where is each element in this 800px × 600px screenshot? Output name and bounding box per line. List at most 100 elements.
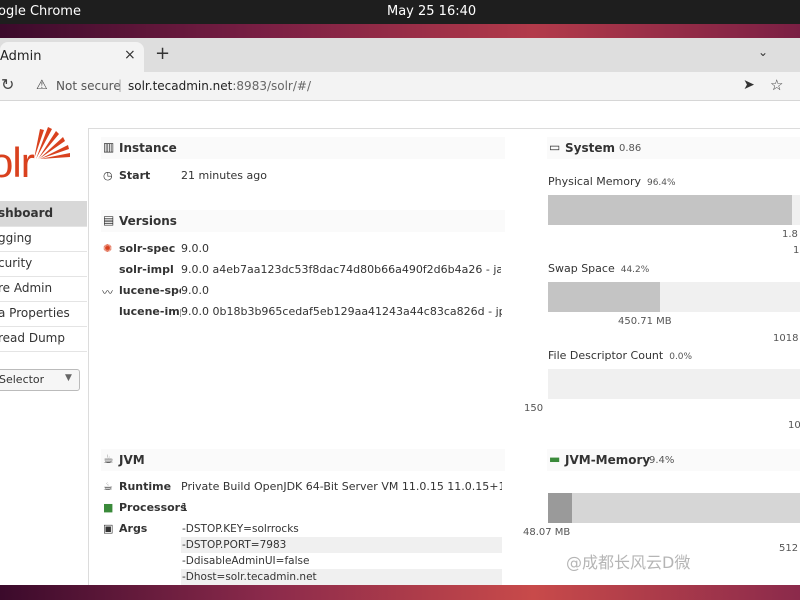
physical-memory-fill [548, 195, 792, 225]
swap-space-fill [548, 282, 660, 312]
jvm-memory-used: 48.07 MB [523, 527, 571, 538]
sidebar-item-logging[interactable]: gging [0, 226, 87, 252]
sidebar-item-thread-dump[interactable]: read Dump [0, 326, 87, 352]
warning-triangle-icon[interactable]: ⚠ [36, 78, 48, 93]
dashboard-content: ▥ Instance ◷ Start 21 minutes ago ▤ Vers… [88, 128, 800, 586]
sidebar-item-label: read Dump [0, 331, 65, 345]
coffee-cup-icon: ☕ [103, 452, 114, 466]
solr-logo[interactable]: olr [0, 139, 35, 187]
solr-small-icon: ✺ [103, 242, 113, 255]
tab-title: Admin [0, 49, 42, 64]
sidebar-item-label: gging [0, 231, 32, 245]
sidebar-item-core-admin[interactable]: re Admin [0, 276, 87, 302]
sidebar-item-label: a Properties [0, 306, 70, 320]
args-icon: ▣ [103, 522, 114, 535]
address-separator: | [118, 78, 123, 92]
security-status[interactable]: Not secure [56, 79, 121, 93]
send-to-devices-icon[interactable]: ➤ [743, 77, 755, 93]
system-title: System [565, 141, 615, 155]
active-app-name[interactable]: ogle Chrome [0, 4, 81, 19]
solr-admin-page: olr shboard gging curity re Admin a Prop… [0, 101, 800, 586]
tab-search-icon[interactable]: ⌄ [758, 45, 768, 59]
physical-memory-value: 1.8 [782, 229, 798, 240]
jvm-memory-bar [548, 493, 800, 523]
close-tab-icon[interactable]: × [124, 47, 136, 63]
jvm-arg: -Dhost=solr.tecadmin.net [181, 569, 502, 585]
system-clock[interactable]: May 25 16:40 [387, 4, 476, 19]
jvm-memory-section-header: ▬ JVM-Memory 9.4% [547, 449, 800, 471]
start-value: 21 minutes ago [181, 169, 267, 182]
chevron-down-icon: ▼ [65, 373, 72, 383]
jvm-section-header: ☕ JVM [101, 449, 505, 471]
memory-chip-icon: ▬ [549, 452, 561, 466]
system-load: 0.86 [619, 143, 642, 154]
url-host: solr.tecadmin.net [128, 79, 233, 93]
swap-space-used: 450.71 MB [618, 316, 672, 327]
runtime-icon: ☕ [103, 480, 113, 493]
system-section-header: ▭ System 0.86 [547, 137, 800, 159]
version-value: 9.0.0 [181, 284, 209, 297]
version-label: solr-impl [119, 263, 174, 276]
versions-section-header: ▤ Versions [101, 210, 505, 232]
sidebar-item-label: shboard [0, 206, 54, 220]
version-label: solr-spec [119, 242, 176, 255]
physical-memory-bar [548, 195, 800, 225]
jvm-arg: -DSTOP.KEY=solrrocks [182, 523, 299, 535]
versions-icon: ▤ [103, 213, 115, 227]
browser-tab-bar: Admin × [0, 38, 800, 72]
browser-tab[interactable]: Admin × [0, 42, 144, 72]
file-descriptor-label: File Descriptor Count 0.0% [548, 349, 693, 362]
args-label: Args [119, 522, 148, 535]
new-tab-button[interactable]: + [155, 43, 170, 64]
jvm-memory-committed-fill [548, 493, 800, 523]
core-selector-dropdown[interactable]: Selector ▼ [0, 369, 80, 391]
lucene-icon: 〰 [102, 286, 113, 299]
version-value: 9.0.0 0b18b3b965cedaf5eb129aa41243a44c83… [181, 305, 502, 318]
sidebar-item-dashboard[interactable]: shboard [0, 201, 87, 227]
physical-memory-label: Physical Memory 96.4% [548, 175, 676, 188]
versions-title: Versions [119, 214, 177, 228]
watermark: @成都长风云D微 [566, 553, 691, 572]
server-icon: ▥ [103, 140, 115, 154]
url-path: :8983/solr/#/ [232, 79, 312, 93]
runtime-label: Runtime [119, 480, 172, 493]
version-value: 9.0.0 [181, 242, 209, 255]
bookmark-star-icon[interactable]: ☆ [770, 76, 783, 94]
jvm-title: JVM [119, 453, 145, 467]
reload-icon[interactable]: ↻ [1, 75, 14, 94]
sidebar-item-label: re Admin [0, 281, 53, 295]
sidebar-item-security[interactable]: curity [0, 251, 87, 277]
solr-logo-sun-icon [34, 127, 70, 159]
sidebar-item-label: curity [0, 256, 33, 270]
version-value: 9.0.0 a4eb7aa123dc53f8dac74d80b66a490f2d… [181, 263, 501, 276]
address-bar[interactable]: solr.tecadmin.net:8983/solr/#/ [128, 79, 311, 93]
start-label: Start [119, 169, 151, 182]
instance-section-header: ▥ Instance [101, 137, 505, 159]
jvm-arg: -DSTOP.PORT=7983 [181, 537, 502, 553]
swap-space-label: Swap Space 44.2% [548, 262, 650, 275]
processors-label: Processors [119, 501, 187, 514]
desktop-wallpaper-bottom [0, 585, 800, 600]
browser-toolbar: ↻ ⚠ Not secure | solr.tecadmin.net:8983/… [0, 72, 800, 101]
runtime-value: Private Build OpenJDK 64-Bit Server VM 1… [181, 480, 502, 493]
file-descriptor-current: 150 [524, 403, 544, 414]
jvm-arg: -DdisableAdminUI=false [182, 555, 310, 567]
version-label: lucene-spec [119, 284, 181, 297]
jvm-memory-percent: 9.4% [649, 455, 675, 466]
core-selector-placeholder: Selector [0, 373, 45, 386]
file-descriptor-bar [548, 369, 800, 399]
jvm-memory-title: JVM-Memory [565, 453, 651, 467]
jvm-memory-max: 512 [779, 543, 799, 554]
desktop-wallpaper-strip [0, 24, 800, 38]
file-descriptor-max: 10 [788, 420, 800, 431]
os-top-bar: ogle Chrome May 25 16:40 [0, 0, 800, 24]
physical-memory-total: 1 [793, 245, 800, 256]
swap-space-bar [548, 282, 800, 312]
version-label: lucene-impl [119, 305, 181, 318]
processors-value: 1 [181, 501, 188, 514]
instance-title: Instance [119, 141, 177, 155]
jvm-memory-used-fill [548, 493, 572, 523]
swap-space-total: 1018 [773, 333, 799, 344]
processor-icon: ■ [103, 501, 114, 514]
sidebar-item-java-properties[interactable]: a Properties [0, 301, 87, 327]
